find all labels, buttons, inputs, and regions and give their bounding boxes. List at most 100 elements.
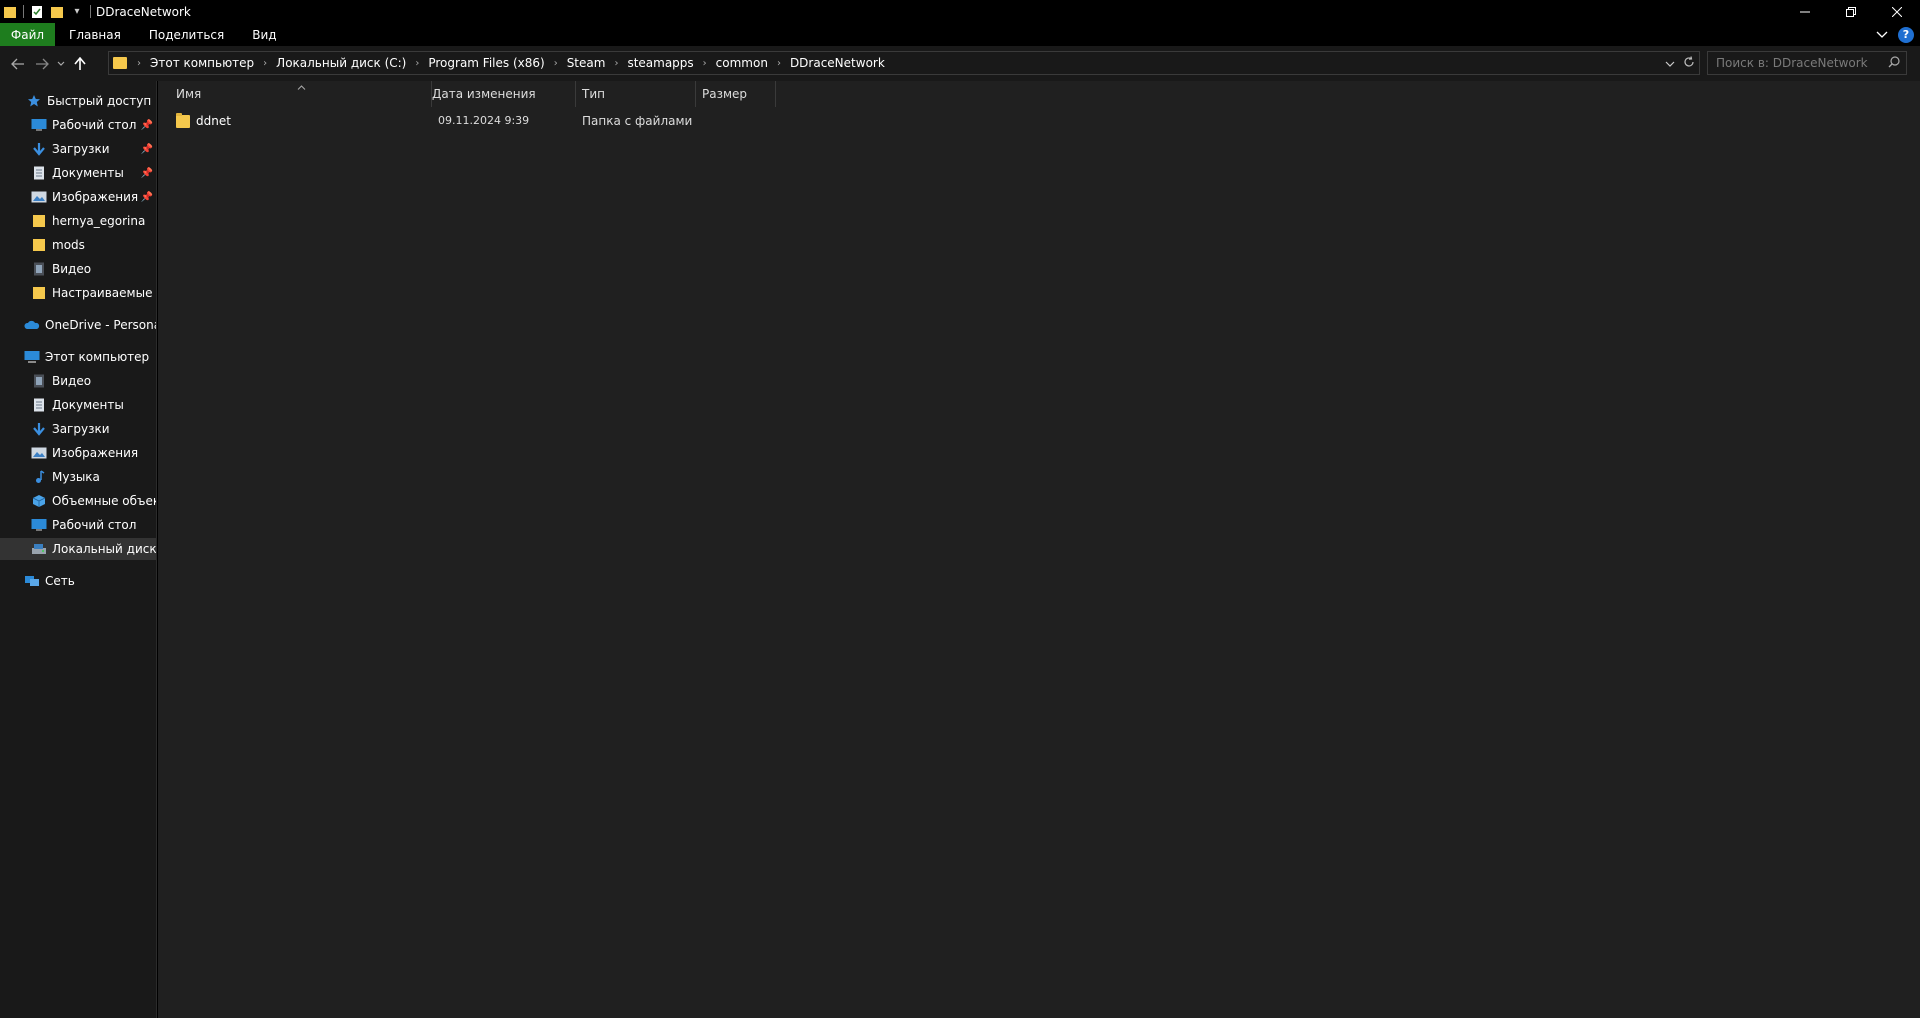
tab-view[interactable]: Вид [238, 23, 290, 46]
new-folder-icon[interactable] [49, 4, 65, 20]
pictures-icon [31, 189, 47, 205]
downloads-icon [31, 141, 47, 157]
search-icon [1888, 56, 1900, 71]
help-icon[interactable]: ? [1898, 26, 1914, 43]
restore-button[interactable] [1828, 0, 1874, 23]
sidebar-item-documents[interactable]: Документы 📌 [0, 162, 156, 184]
breadcrumb-program-files[interactable]: Program Files (x86) [428, 56, 544, 70]
sidebar-item-hernya-egorina[interactable]: hernya_egorina [0, 210, 156, 232]
column-header-label: Тип [582, 87, 605, 101]
column-header-date[interactable]: Дата изменения [432, 81, 576, 107]
pin-icon[interactable]: 📌 [141, 120, 153, 131]
breadcrumb-steam[interactable]: Steam [567, 56, 606, 70]
file-type: Папка с файлами [582, 114, 693, 128]
star-icon [26, 93, 42, 109]
sidebar-this-pc[interactable]: Этот компьютер [0, 346, 156, 368]
close-button[interactable] [1874, 0, 1920, 23]
column-header-label: Размер [702, 87, 748, 101]
sidebar-item-custom-templates[interactable]: Настраиваемые ш [0, 282, 156, 304]
file-name: ddnet [196, 114, 231, 128]
sidebar-item-label: Изображения [52, 446, 139, 460]
sidebar-item-label: Рабочий стол [52, 118, 137, 132]
chevron-right-icon[interactable]: › [554, 58, 558, 69]
sidebar-item-label: Документы [52, 398, 124, 412]
qat-customize-icon[interactable]: ▾ [69, 4, 85, 20]
recent-locations-button[interactable] [54, 52, 68, 76]
tab-file[interactable]: Файл [0, 23, 55, 46]
folder-icon [31, 213, 47, 229]
forward-button[interactable] [30, 52, 54, 76]
tab-share[interactable]: Поделиться [135, 23, 238, 46]
back-button[interactable] [6, 52, 30, 76]
downloads-icon [31, 421, 47, 437]
folder-icon [31, 285, 47, 301]
column-header-name[interactable]: Имя [158, 81, 432, 107]
sort-ascending-icon [297, 83, 306, 93]
file-row[interactable]: ddnet 09.11.2024 9:39 Папка с файлами [176, 111, 836, 133]
sidebar-item-label: OneDrive - Personal [45, 318, 157, 332]
sidebar-onedrive[interactable]: OneDrive - Personal [0, 314, 157, 336]
search-input[interactable] [1716, 56, 1886, 70]
documents-icon [31, 165, 47, 181]
sidebar-item-label: Сеть [45, 574, 75, 588]
chevron-right-icon[interactable]: › [415, 58, 419, 69]
sidebar-item-label: Загрузки [52, 422, 110, 436]
sidebar-item-pc-music[interactable]: Музыка [0, 466, 156, 488]
breadcrumb-local-disk[interactable]: Локальный диск (C:) [276, 56, 406, 70]
expand-ribbon-icon[interactable] [1876, 28, 1888, 42]
sidebar-item-pc-documents[interactable]: Документы [0, 394, 156, 416]
minimize-button[interactable] [1782, 0, 1828, 23]
sidebar-item-label: Музыка [52, 470, 100, 484]
sidebar-item-label: Объемные объекты [52, 494, 156, 508]
chevron-right-icon[interactable]: › [614, 58, 618, 69]
pin-icon[interactable]: 📌 [141, 168, 153, 179]
sidebar-item-pc-desktop[interactable]: Рабочий стол [0, 514, 156, 536]
network-icon [24, 573, 40, 589]
breadcrumb-steamapps[interactable]: steamapps [627, 56, 693, 70]
navigation-bar: › Этот компьютер › Локальный диск (C:) ›… [0, 46, 1920, 81]
sidebar-item-label: Видео [52, 262, 92, 276]
sidebar-item-desktop[interactable]: Рабочий стол 📌 [0, 114, 156, 136]
sidebar-item-mods[interactable]: mods [0, 234, 156, 256]
sidebar-item-label: Быстрый доступ [47, 94, 152, 108]
sidebar-item-downloads[interactable]: Загрузки 📌 [0, 138, 156, 160]
up-button[interactable] [68, 52, 92, 76]
sidebar-item-video[interactable]: Видео [0, 258, 156, 280]
column-header-type[interactable]: Тип [576, 81, 696, 107]
breadcrumb-common[interactable]: common [716, 56, 768, 70]
pin-icon[interactable]: 📌 [141, 192, 153, 203]
breadcrumb-this-pc[interactable]: Этот компьютер [150, 56, 254, 70]
file-date: 09.11.2024 9:39 [438, 114, 530, 127]
sidebar-item-pc-3d-objects[interactable]: Объемные объекты [0, 490, 156, 512]
sidebar-item-pc-downloads[interactable]: Загрузки [0, 418, 156, 440]
sidebar-network[interactable]: Сеть [0, 570, 156, 592]
video-icon [31, 261, 47, 277]
sidebar-item-pc-video[interactable]: Видео [0, 370, 156, 392]
sidebar-item-pc-pictures[interactable]: Изображения [0, 442, 156, 464]
quick-access-toolbar: ▾ [0, 0, 96, 23]
pin-icon[interactable]: 📌 [141, 144, 153, 155]
divider [90, 5, 91, 18]
chevron-right-icon[interactable]: › [137, 58, 141, 69]
sidebar-item-label: Документы [52, 166, 124, 180]
pictures-icon [31, 445, 47, 461]
chevron-right-icon[interactable]: › [703, 58, 707, 69]
chevron-right-icon[interactable]: › [263, 58, 267, 69]
column-header-size[interactable]: Размер [696, 81, 776, 107]
tab-home[interactable]: Главная [55, 23, 135, 46]
drive-icon [31, 541, 47, 557]
refresh-icon[interactable] [1683, 55, 1695, 71]
computer-icon [24, 349, 40, 365]
sidebar-quick-access[interactable]: Быстрый доступ [0, 90, 156, 112]
sidebar-item-local-disk[interactable]: Локальный диск (C:) [0, 538, 156, 560]
address-bar[interactable]: › Этот компьютер › Локальный диск (C:) ›… [108, 51, 1700, 75]
documents-icon [31, 397, 47, 413]
search-box[interactable] [1707, 51, 1907, 75]
sidebar-item-pictures[interactable]: Изображения 📌 [0, 186, 156, 208]
address-history-dropdown-icon[interactable] [1665, 57, 1675, 70]
window-title: DDraceNetwork [96, 4, 191, 19]
title-bar: ▾ DDraceNetwork [0, 0, 1920, 23]
chevron-right-icon[interactable]: › [777, 58, 781, 69]
breadcrumb-ddracenetwork[interactable]: DDraceNetwork [790, 56, 885, 70]
properties-icon[interactable] [29, 4, 45, 20]
